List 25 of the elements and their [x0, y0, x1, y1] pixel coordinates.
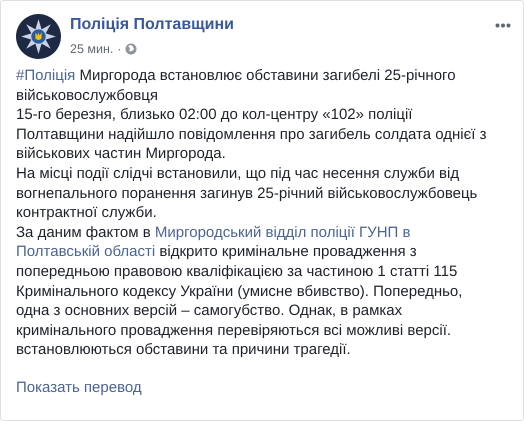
post-text-line: Кримінального кодексу України (умисне вбивство). Попередньо, [16, 282, 464, 302]
text-link[interactable]: Полтавській області [16, 243, 156, 260]
post-text-line: За даним фактом в Миргородський відділ поліції ГУНП в [16, 222, 412, 242]
post-text-line: встановлюються обставини та причини трагедії. [16, 340, 352, 360]
post-time[interactable]: 25 мин. [70, 40, 114, 59]
post-text-line: контрактної служби. [16, 203, 158, 223]
globe-icon [125, 43, 138, 56]
badge-logo-icon[interactable] [16, 14, 61, 59]
post-text-line: одна з основних версій – самогубство. Однак, в рамках [16, 301, 404, 321]
post-text-line: кримінального провадження перевіряються всі можливі версії. [16, 320, 452, 340]
post-text-line: попередньою правовою кваліфікацією за частиною 1 статті 115 [16, 262, 458, 282]
post-text-line: вогнепального поранення загинув 25-річний військовослужбовець [16, 184, 478, 204]
post-text-line: Полтавській області відкрито кримінальне провадження з [16, 242, 418, 262]
more-options-icon[interactable] [495, 23, 511, 28]
post-text-line: #Поліція Миргорода встановлює обставини загибелі 25-річного [16, 66, 457, 86]
text-link[interactable]: #Поліція [16, 67, 76, 84]
post-text-line: військових частин Миргорода. [16, 144, 227, 164]
post-text-line: На місці події слідчі встановили, що під час несення служби від [16, 164, 460, 184]
post-text-line: 15-го березня, близько 02:00 до кол-центру «102» поліції [16, 105, 414, 125]
page-name-link[interactable]: Поліція Полтавщини [70, 15, 234, 35]
post-text-line: Полтавщини надійшло повідомлення про загибель солдата однієї з [16, 124, 488, 144]
show-translation-link[interactable]: Показать перевод [16, 376, 523, 400]
text-link[interactable]: Миргородський відділ поліції ГУНП в [154, 224, 410, 241]
separator: · [117, 41, 122, 58]
post-text-line: військовослужбовця [16, 86, 159, 106]
